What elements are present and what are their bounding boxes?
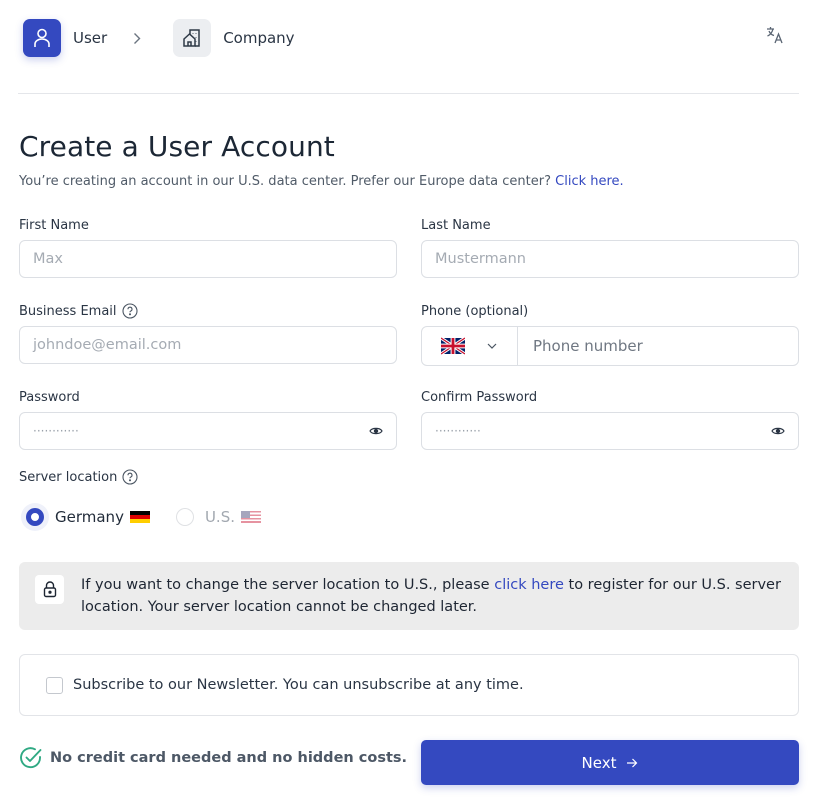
- question-circle-icon[interactable]: [122, 469, 138, 485]
- no-credit-card-note: No credit card needed and no hidden cost…: [19, 746, 407, 770]
- business-email-label-row: Business Email: [19, 302, 397, 320]
- step-company-label: Company: [223, 29, 295, 47]
- step-user-badge[interactable]: [23, 19, 61, 57]
- first-name-input[interactable]: Max: [19, 240, 397, 278]
- radio-germany[interactable]: [26, 508, 44, 526]
- last-name-field: Last Name Mustermann: [421, 216, 799, 278]
- first-name-label: First Name: [19, 217, 89, 233]
- phone-input-group: Phone number: [421, 326, 799, 366]
- server-location-label-row: Server location: [19, 469, 138, 485]
- step-company-badge[interactable]: [173, 19, 212, 57]
- lock-badge: [35, 575, 64, 604]
- newsletter-box: Subscribe to our Newsletter. You can uns…: [19, 654, 799, 716]
- confirm-password-field: Confirm Password ············: [421, 388, 799, 450]
- subtitle: You’re creating an account in our U.S. d…: [19, 174, 624, 189]
- server-location-info-box: If you want to change the server locatio…: [19, 562, 799, 630]
- server-location-radio-group: Germany U.S.: [26, 505, 261, 529]
- confirm-password-input[interactable]: ············: [421, 412, 799, 450]
- business-email-placeholder: johndoe@email.com: [33, 337, 182, 353]
- user-icon: [34, 28, 50, 47]
- europe-datacenter-link[interactable]: Click here.: [555, 174, 624, 189]
- lock-icon: [43, 581, 56, 598]
- password-field: Password ············: [19, 388, 397, 450]
- language-button[interactable]: [764, 24, 786, 46]
- radio-us-label: U.S.: [204, 508, 235, 526]
- arrow-right-icon: [626, 758, 638, 768]
- info-text: If you want to change the server locatio…: [81, 574, 781, 618]
- business-email-field: Business Email johndoe@email.com: [19, 302, 397, 364]
- business-email-label: Business Email: [19, 303, 117, 319]
- phone-label: Phone (optional): [421, 303, 529, 319]
- flag-us-icon: [241, 511, 261, 523]
- confirm-password-masked-value: ············: [435, 424, 481, 438]
- phone-field: Phone (optional) Phone number: [421, 302, 799, 366]
- flag-gb-icon: [441, 337, 465, 355]
- question-circle-icon[interactable]: [121, 303, 138, 319]
- password-label: Password: [19, 389, 80, 405]
- chevron-right-icon: [133, 32, 141, 45]
- stepper: User Company: [23, 19, 295, 57]
- business-email-input[interactable]: johndoe@email.com: [19, 326, 397, 364]
- us-register-link[interactable]: click here: [494, 577, 564, 593]
- eye-icon[interactable]: [369, 426, 383, 436]
- radio-germany-label[interactable]: Germany: [55, 508, 124, 526]
- server-location-label: Server location: [19, 469, 118, 485]
- step-user-label: User: [73, 29, 108, 47]
- last-name-input[interactable]: Mustermann: [421, 240, 799, 278]
- first-name-field: First Name Max: [19, 216, 397, 278]
- translate-icon: [767, 27, 783, 44]
- chevron-down-icon: [487, 343, 497, 349]
- confirm-password-label: Confirm Password: [421, 389, 538, 405]
- password-masked-value: ············: [33, 424, 79, 438]
- check-circle-icon: [20, 747, 42, 769]
- next-button-label: Next: [581, 753, 617, 772]
- first-name-placeholder: Max: [33, 251, 63, 267]
- radio-us[interactable]: [175, 508, 194, 526]
- newsletter-label[interactable]: Subscribe to our Newsletter. You can uns…: [73, 677, 524, 693]
- info-text-before: If you want to change the server locatio…: [81, 577, 495, 593]
- phone-number-input[interactable]: Phone number: [518, 327, 798, 365]
- phone-number-placeholder: Phone number: [533, 337, 643, 355]
- subtitle-text: You’re creating an account in our U.S. d…: [19, 174, 551, 189]
- last-name-label: Last Name: [421, 217, 491, 233]
- country-code-select[interactable]: [422, 327, 518, 365]
- newsletter-checkbox[interactable]: [46, 676, 63, 694]
- last-name-placeholder: Mustermann: [435, 251, 526, 267]
- flag-de-icon: [129, 511, 150, 523]
- next-button[interactable]: Next: [421, 740, 799, 785]
- no-credit-card-text: No credit card needed and no hidden cost…: [50, 750, 408, 766]
- page-title: Create a User Account: [19, 130, 335, 163]
- password-input[interactable]: ············: [19, 412, 397, 450]
- eye-icon[interactable]: [771, 426, 785, 436]
- building-icon: [183, 29, 200, 47]
- header-divider: [18, 93, 799, 94]
